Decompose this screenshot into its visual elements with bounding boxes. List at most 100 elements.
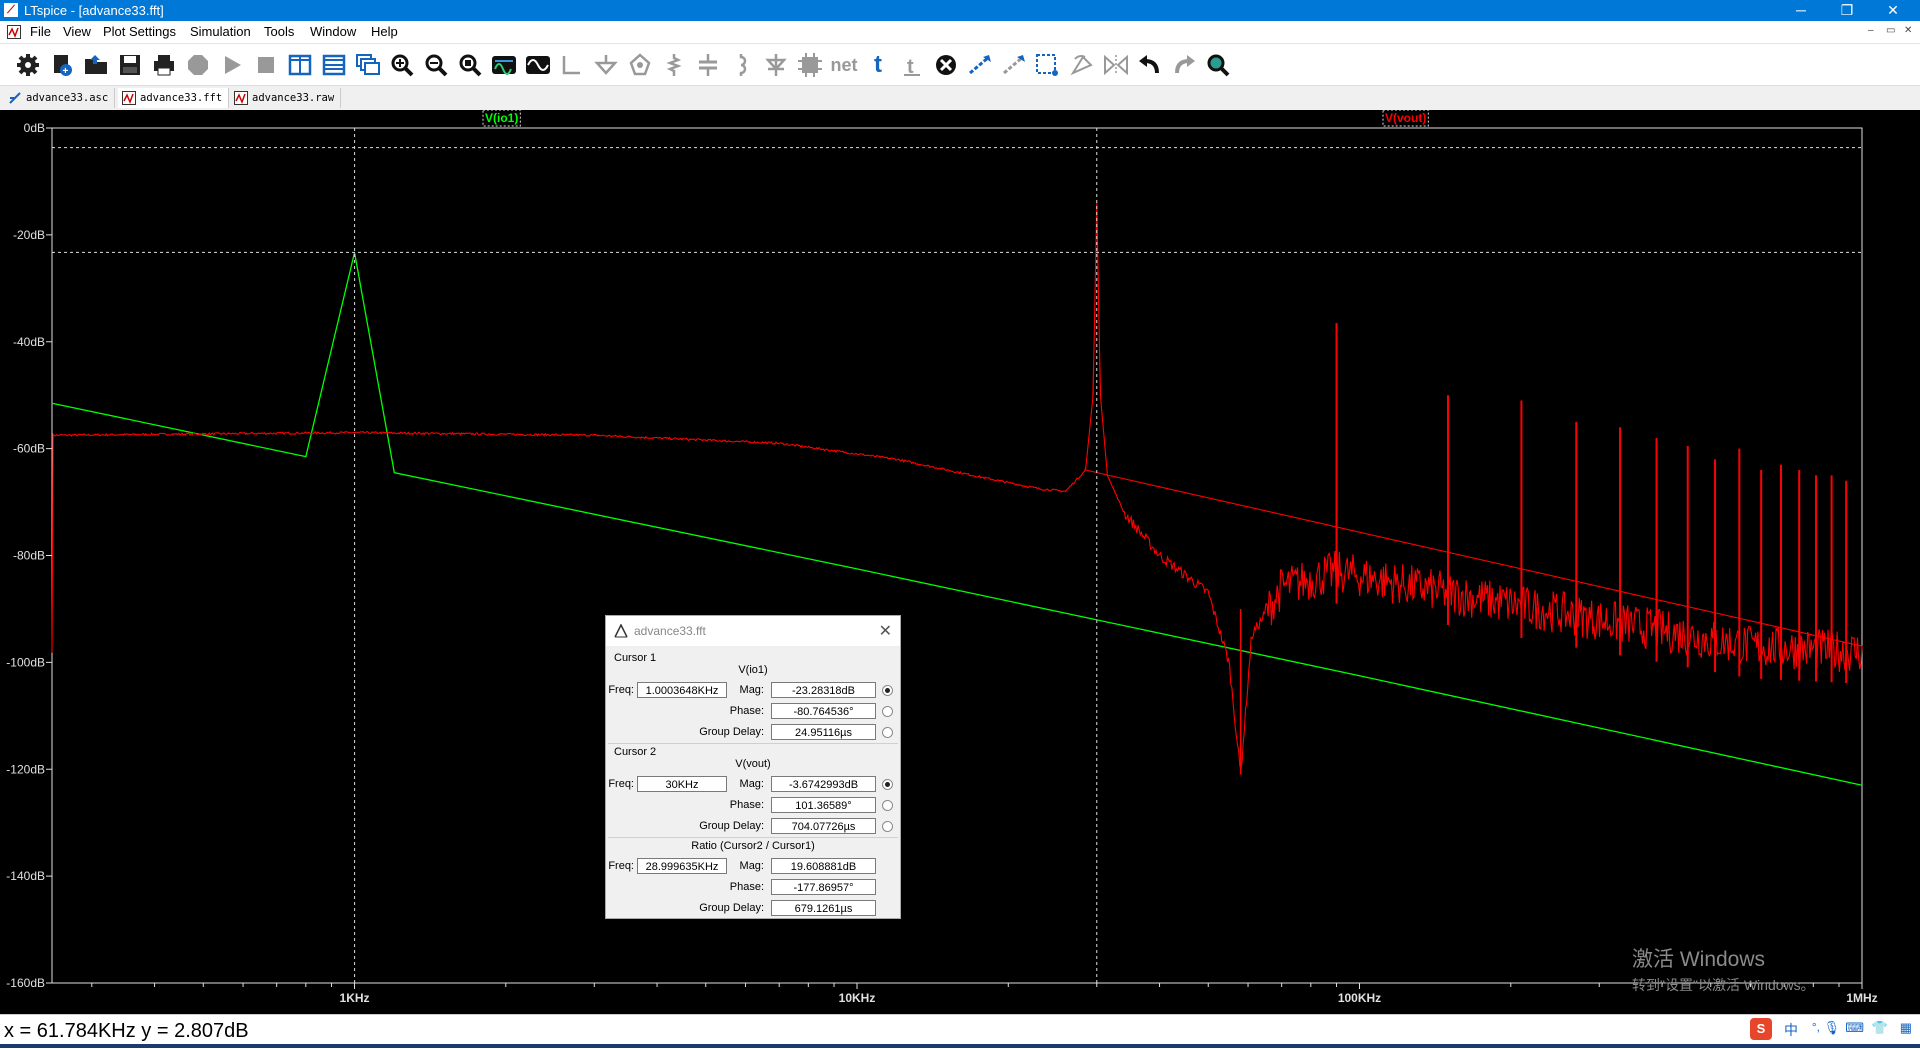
autorange-icon[interactable] <box>490 51 518 79</box>
title-bar: ⟋ LTspice - [advance33.fft] ─ ❐ ✕ <box>0 0 1920 21</box>
component-icon[interactable] <box>796 51 824 79</box>
toolbox-icon[interactable]: ▦ <box>1900 1020 1912 1036</box>
sine-icon[interactable] <box>524 51 552 79</box>
c2-group-delay-radio[interactable] <box>882 821 893 832</box>
delete-icon[interactable] <box>932 51 960 79</box>
c2-group-delay-field[interactable]: 704.07726µs <box>771 818 876 834</box>
move-icon[interactable] <box>1000 51 1028 79</box>
mdi-minimize-button[interactable]: – <box>1868 25 1874 36</box>
keyboard-icon[interactable]: ⌨ <box>1845 1020 1864 1036</box>
menu-plot-settings[interactable]: Plot Settings <box>103 24 176 39</box>
tab-label: advance33.raw <box>252 92 335 104</box>
zoom-out-icon[interactable] <box>422 51 450 79</box>
waveform-icon <box>122 91 136 105</box>
text-icon[interactable]: t <box>864 51 892 79</box>
c1-phase-field[interactable]: -80.764536° <box>771 703 876 719</box>
restore-button[interactable]: ❐ <box>1824 0 1870 21</box>
find-icon[interactable] <box>1204 51 1232 79</box>
ime-mode[interactable]: 中 <box>1784 1020 1798 1040</box>
ratio-heading: Ratio (Cursor2 / Cursor1) <box>691 840 815 852</box>
ime-punct[interactable]: °, <box>1812 1020 1820 1034</box>
tab-advance33-raw[interactable]: advance33.raw <box>230 88 342 108</box>
run-icon[interactable] <box>218 51 246 79</box>
y-tick-label: -80dB <box>13 549 45 563</box>
c1-freq-field[interactable]: 1.0003648KHz <box>637 682 727 698</box>
c1-phase-radio[interactable] <box>882 706 893 717</box>
c2-phase-field[interactable]: 101.36589° <box>771 797 876 813</box>
net-icon[interactable]: net <box>830 51 858 79</box>
c2-mag-field[interactable]: -3.6742993dB <box>771 776 876 792</box>
menu-simulation[interactable]: Simulation <box>190 24 251 39</box>
zoom-fit-icon[interactable] <box>456 51 484 79</box>
skin-icon[interactable]: 👕 <box>1872 1020 1888 1036</box>
resistor-icon[interactable] <box>660 51 688 79</box>
cursor2-heading: Cursor 2 <box>614 746 657 758</box>
c2-phase-radio[interactable] <box>882 800 893 811</box>
redo-icon[interactable] <box>1170 51 1198 79</box>
ground-icon[interactable] <box>592 51 620 79</box>
waveform-plot[interactable]: 0dB -20dB -40dB -60dB -80dB -100dB -120dB -140d… <box>0 109 1920 1014</box>
print-icon[interactable] <box>150 51 178 79</box>
menu-tools[interactable]: Tools <box>264 24 294 39</box>
c1-mag-radio[interactable] <box>882 685 893 696</box>
capacitor-icon[interactable] <box>694 51 722 79</box>
gear-icon[interactable] <box>14 51 42 79</box>
y-tick-label: -160dB <box>6 976 45 990</box>
dialog-title-bar[interactable]: advance33.fft ✕ <box>606 616 900 646</box>
tile-vertical-icon[interactable] <box>286 51 314 79</box>
ratio-mag-field[interactable]: 19.608881dB <box>771 858 876 874</box>
c1-mag-field[interactable]: -23.28318dB <box>771 682 876 698</box>
minimize-button[interactable]: ─ <box>1778 0 1824 21</box>
y-tick-label: 0dB <box>24 121 45 135</box>
save-icon[interactable] <box>116 51 144 79</box>
ltspice-logo-icon: ⟋ <box>4 3 18 17</box>
zoom-in-icon[interactable] <box>388 51 416 79</box>
c1-group-delay-radio[interactable] <box>882 727 893 738</box>
duplicate-icon[interactable] <box>966 51 994 79</box>
ratio-group-delay-field[interactable]: 679.1261µs <box>771 900 876 916</box>
halt-icon[interactable] <box>184 51 212 79</box>
inductor-icon[interactable] <box>728 51 756 79</box>
cursor1-signal: V(io1) <box>738 664 768 676</box>
stop-icon[interactable] <box>252 51 280 79</box>
fft-chart[interactable]: 0dB -20dB -40dB -60dB -80dB -100dB -120dB -140d… <box>0 109 1920 1014</box>
x-tick-label: 10KHz <box>839 991 876 1005</box>
ratio-freq-field[interactable]: 28.999635KHz <box>637 858 727 874</box>
trace-label-vout[interactable]: V(vout) <box>1385 111 1426 125</box>
wire-icon[interactable] <box>558 51 586 79</box>
watermark-line1: 激活 Windows <box>1632 948 1766 971</box>
x-tick-label: 100KHz <box>1338 991 1381 1005</box>
mirror-icon[interactable] <box>1102 51 1130 79</box>
mdi-restore-button[interactable]: ▭ <box>1886 25 1895 36</box>
window-title: LTspice - [advance33.fft] <box>24 3 164 18</box>
microphone-icon[interactable]: 🎙 <box>1823 1020 1840 1036</box>
label-icon[interactable] <box>626 51 654 79</box>
tab-advance33-asc[interactable]: advance33.asc <box>4 88 116 108</box>
c1-group-delay-field[interactable]: 24.95116µs <box>771 724 876 740</box>
menu-window[interactable]: Window <box>310 24 356 39</box>
trace-label-vio1[interactable]: V(io1) <box>485 111 518 125</box>
spice-directive-icon[interactable]: t <box>898 51 926 79</box>
sogou-ime-icon[interactable]: S <box>1750 1018 1772 1040</box>
y-tick-label: -120dB <box>6 762 45 776</box>
c2-freq-field[interactable]: 30KHz <box>637 776 727 792</box>
c2-group-delay-label: Group Delay: <box>699 820 764 832</box>
close-icon[interactable]: ✕ <box>879 621 892 641</box>
open-icon[interactable] <box>82 51 110 79</box>
mdi-close-button[interactable]: ✕ <box>1904 25 1912 36</box>
menu-file[interactable]: File <box>30 24 51 39</box>
cascade-icon[interactable] <box>354 51 382 79</box>
tab-advance33-fft[interactable]: advance33.fft <box>118 88 230 108</box>
drag-icon[interactable] <box>1034 51 1062 79</box>
rotate-icon[interactable] <box>1068 51 1096 79</box>
menu-view[interactable]: View <box>63 24 91 39</box>
diode-icon[interactable] <box>762 51 790 79</box>
new-schematic-icon[interactable]: + <box>48 51 76 79</box>
close-window-button[interactable]: ✕ <box>1870 0 1916 21</box>
ratio-phase-field[interactable]: -177.86957° <box>771 879 876 895</box>
c2-mag-radio[interactable] <box>882 779 893 790</box>
cursor-readout-dialog[interactable]: advance33.fft ✕ Cursor 1 V(io1) Freq: 1.… <box>605 615 901 919</box>
menu-help[interactable]: Help <box>371 24 398 39</box>
tile-horizontal-icon[interactable] <box>320 51 348 79</box>
undo-icon[interactable] <box>1136 51 1164 79</box>
